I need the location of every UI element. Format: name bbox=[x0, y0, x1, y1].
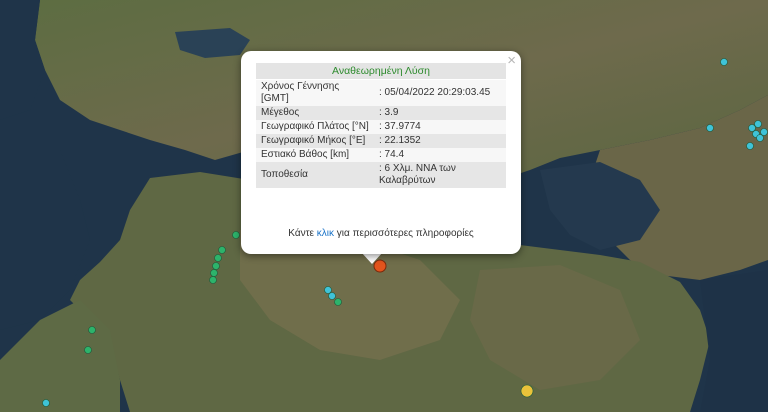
row-value: : 22.1352 bbox=[374, 134, 506, 148]
table-row: Τοποθεσία : 6 Χλμ. ΝΝΑ των Καλαβρύτων bbox=[256, 162, 506, 188]
earthquake-marker[interactable] bbox=[720, 58, 728, 66]
earthquake-marker[interactable] bbox=[748, 124, 756, 132]
table-row: Εστιακό Βάθος [km] : 74.4 bbox=[256, 148, 506, 162]
more-info-link[interactable]: κλικ bbox=[317, 228, 334, 239]
row-label: Γεωγραφικό Πλάτος [°N] bbox=[256, 120, 374, 134]
row-label: Τοποθεσία bbox=[256, 162, 374, 188]
table-row: Γεωγραφικό Πλάτος [°N] : 37.9774 bbox=[256, 120, 506, 134]
earthquake-marker[interactable] bbox=[209, 276, 217, 284]
row-label: Χρόνος Γέννησης [GMT] bbox=[256, 80, 374, 106]
event-popup: × Αναθεωρημένη Λύση Χρόνος Γέννησης [GMT… bbox=[241, 51, 521, 254]
row-label: Γεωγραφικό Μήκος [°E] bbox=[256, 134, 374, 148]
more-suffix: για περισσότερες πληροφορίες bbox=[334, 228, 474, 239]
earthquake-marker[interactable] bbox=[214, 254, 222, 262]
earthquake-marker[interactable] bbox=[334, 298, 342, 306]
close-icon[interactable]: × bbox=[507, 53, 516, 68]
earthquake-marker[interactable] bbox=[520, 384, 534, 398]
earthquake-marker[interactable] bbox=[210, 269, 218, 277]
earthquake-marker[interactable] bbox=[760, 128, 768, 136]
more-info-text: Κάντε κλικ για περισσότερες πληροφορίες bbox=[241, 228, 521, 239]
earthquake-marker[interactable] bbox=[88, 326, 96, 334]
more-prefix: Κάντε bbox=[288, 228, 317, 239]
event-details-table: Χρόνος Γέννησης [GMT] : 05/04/2022 20:29… bbox=[256, 80, 506, 188]
row-value: : 6 Χλμ. ΝΝΑ των Καλαβρύτων bbox=[374, 162, 506, 188]
earthquake-marker[interactable] bbox=[746, 142, 754, 150]
earthquake-marker[interactable] bbox=[232, 231, 240, 239]
earthquake-marker[interactable] bbox=[328, 292, 336, 300]
earthquake-marker[interactable] bbox=[324, 286, 332, 294]
table-row: Γεωγραφικό Μήκος [°E] : 22.1352 bbox=[256, 134, 506, 148]
row-value: : 05/04/2022 20:29:03.45 bbox=[374, 80, 506, 106]
table-row: Χρόνος Γέννησης [GMT] : 05/04/2022 20:29… bbox=[256, 80, 506, 106]
earthquake-marker[interactable] bbox=[754, 120, 762, 128]
row-label: Μέγεθος bbox=[256, 106, 374, 120]
popup-title: Αναθεωρημένη Λύση bbox=[256, 63, 506, 79]
earthquake-marker[interactable] bbox=[84, 346, 92, 354]
row-label: Εστιακό Βάθος [km] bbox=[256, 148, 374, 162]
earthquake-marker[interactable] bbox=[706, 124, 714, 132]
row-value: : 3.9 bbox=[374, 106, 506, 120]
earthquake-marker[interactable] bbox=[756, 134, 764, 142]
table-row: Μέγεθος : 3.9 bbox=[256, 106, 506, 120]
row-value: : 74.4 bbox=[374, 148, 506, 162]
earthquake-marker[interactable] bbox=[42, 399, 50, 407]
row-value: : 37.9774 bbox=[374, 120, 506, 134]
earthquake-marker[interactable] bbox=[212, 262, 220, 270]
earthquake-marker[interactable] bbox=[218, 246, 226, 254]
sea-se bbox=[700, 270, 768, 412]
